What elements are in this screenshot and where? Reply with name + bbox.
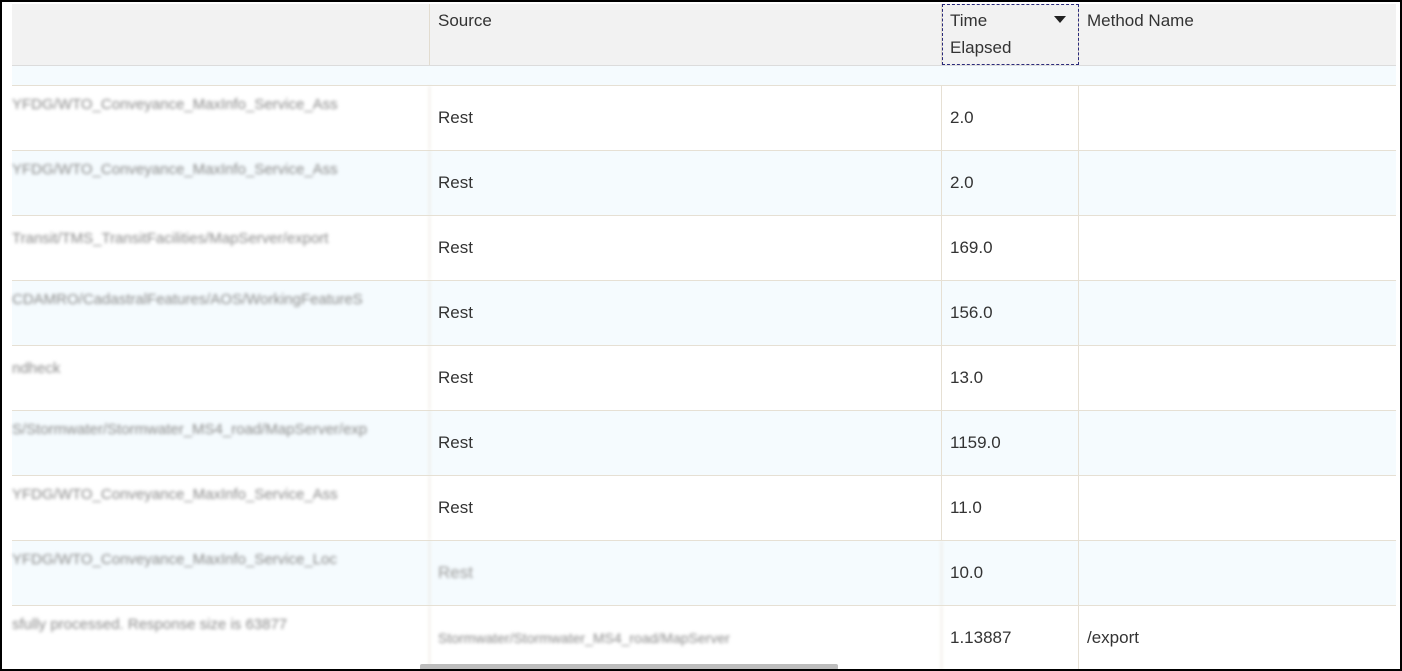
source-cell: Rest <box>430 86 942 150</box>
column-header-time-elapsed[interactable]: Time Elapsed <box>942 4 1079 65</box>
time-elapsed-cell: 1159.0 <box>942 411 1079 475</box>
message-cell: ndheck <box>12 346 430 410</box>
method-name-cell <box>1079 411 1396 475</box>
table-header: Source Time Elapsed Method Name <box>12 4 1396 66</box>
table-row[interactable]: Transit/TMS_TransitFacilities/MapServer/… <box>12 216 1396 281</box>
table-row[interactable]: CDAMRO/CadastralFeatures/AOS/WorkingFeat… <box>12 281 1396 346</box>
column-header-time-elapsed-label: Time Elapsed <box>950 11 1012 57</box>
method-name-cell <box>1079 216 1396 280</box>
method-name-cell <box>1079 346 1396 410</box>
source-cell: Stormwater/Stormwater_MS4_road/MapServer <box>430 606 942 669</box>
method-name-cell <box>1079 86 1396 150</box>
time-elapsed-cell: 1.13887 <box>942 606 1079 669</box>
source-cell: Rest <box>430 541 942 605</box>
message-cell: YFDG/WTO_Conveyance_MaxInfo_Service_Ass <box>12 476 430 540</box>
table-row[interactable]: YFDG/WTO_Conveyance_MaxInfo_Service_Ass … <box>12 151 1396 216</box>
log-table: Source Time Elapsed Method Name YFDG/WTO… <box>12 4 1396 669</box>
message-cell: YFDG/WTO_Conveyance_MaxInfo_Service_Ass <box>12 151 430 215</box>
column-header-message[interactable] <box>12 4 430 65</box>
source-cell: Rest <box>430 216 942 280</box>
source-cell: Rest <box>430 476 942 540</box>
table-row[interactable]: ndheck Rest 13.0 <box>12 346 1396 411</box>
message-cell: sfully processed. Response size is 63877 <box>12 606 430 669</box>
source-cell: Rest <box>430 151 942 215</box>
time-elapsed-cell: 169.0 <box>942 216 1079 280</box>
column-header-method-name[interactable]: Method Name <box>1079 4 1396 65</box>
sort-descending-icon[interactable] <box>1054 16 1066 23</box>
horizontal-scrollbar-thumb[interactable] <box>420 664 838 669</box>
table-row-partial <box>12 66 1396 86</box>
time-elapsed-cell: 2.0 <box>942 151 1079 215</box>
table-row[interactable]: YFDG/WTO_Conveyance_MaxInfo_Service_Ass … <box>12 86 1396 151</box>
message-cell: CDAMRO/CadastralFeatures/AOS/WorkingFeat… <box>12 281 430 345</box>
message-cell: S/Stormwater/Stormwater_MS4_road/MapServ… <box>12 411 430 475</box>
table-row[interactable]: sfully processed. Response size is 63877… <box>12 606 1396 669</box>
method-name-cell <box>1079 541 1396 605</box>
source-cell: Rest <box>430 411 942 475</box>
time-elapsed-cell: 11.0 <box>942 476 1079 540</box>
method-name-cell <box>1079 281 1396 345</box>
message-cell: Transit/TMS_TransitFacilities/MapServer/… <box>12 216 430 280</box>
message-cell: YFDG/WTO_Conveyance_MaxInfo_Service_Loc <box>12 541 430 605</box>
time-elapsed-cell: 10.0 <box>942 541 1079 605</box>
table-row[interactable]: YFDG/WTO_Conveyance_MaxInfo_Service_Loc … <box>12 541 1396 606</box>
time-elapsed-cell: 156.0 <box>942 281 1079 345</box>
method-name-cell: /export <box>1087 628 1139 647</box>
column-header-source[interactable]: Source <box>430 4 942 65</box>
log-table-frame: Source Time Elapsed Method Name YFDG/WTO… <box>0 0 1402 671</box>
time-elapsed-cell: 2.0 <box>942 86 1079 150</box>
method-name-cell <box>1079 151 1396 215</box>
table-row[interactable]: S/Stormwater/Stormwater_MS4_road/MapServ… <box>12 411 1396 476</box>
source-cell: Rest <box>430 281 942 345</box>
table-row[interactable]: YFDG/WTO_Conveyance_MaxInfo_Service_Ass … <box>12 476 1396 541</box>
method-name-cell <box>1079 476 1396 540</box>
message-cell: YFDG/WTO_Conveyance_MaxInfo_Service_Ass <box>12 86 430 150</box>
time-elapsed-cell: 13.0 <box>942 346 1079 410</box>
source-cell: Rest <box>430 346 942 410</box>
